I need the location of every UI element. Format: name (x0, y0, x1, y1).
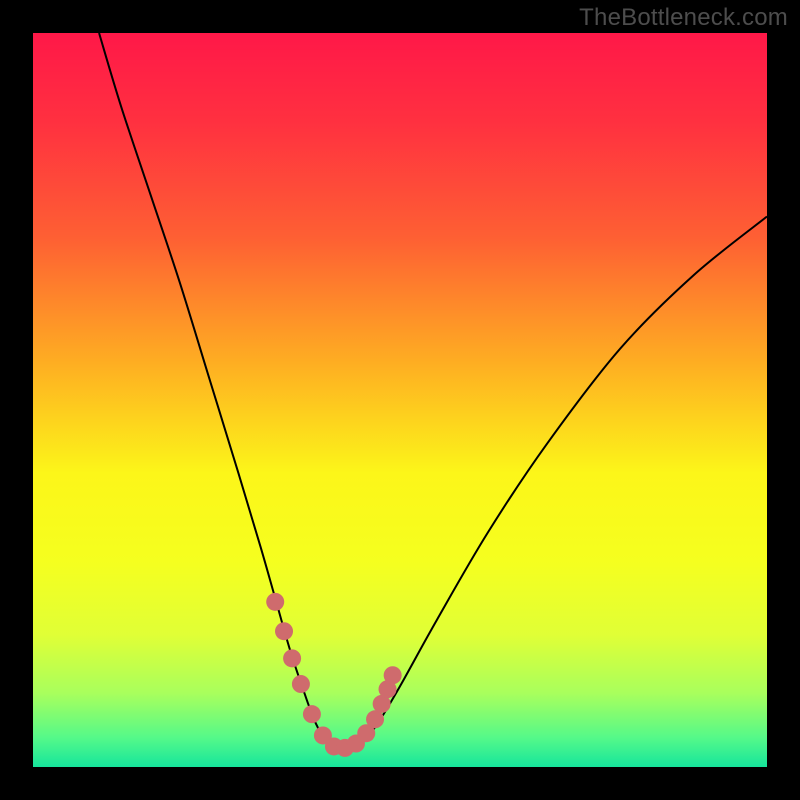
highlight-dot (384, 666, 402, 684)
gradient-background (33, 33, 767, 767)
watermark-text: TheBottleneck.com (579, 4, 788, 32)
chart-svg (33, 33, 767, 767)
outer-frame: TheBottleneck.com (0, 0, 800, 800)
highlight-dot (275, 622, 293, 640)
chart-plot-area (33, 33, 767, 767)
highlight-dot (303, 705, 321, 723)
highlight-dot (266, 593, 284, 611)
highlight-dot (283, 649, 301, 667)
highlight-dot (292, 675, 310, 693)
highlight-dot (366, 710, 384, 728)
